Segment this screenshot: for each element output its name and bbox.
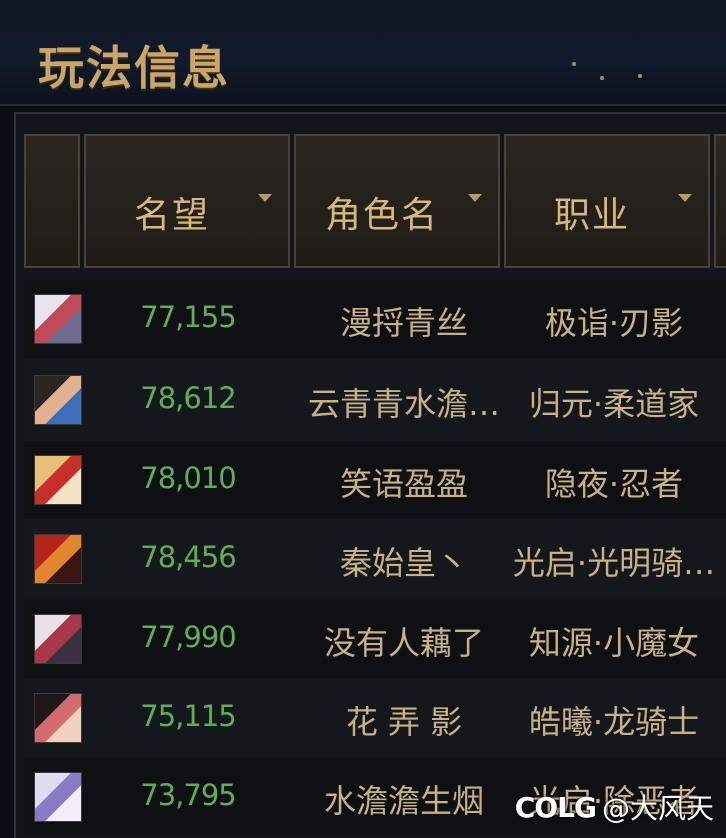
column-header-job[interactable]: 职业 <box>504 134 710 268</box>
character-name: 秦始皇丶 <box>339 544 468 582</box>
character-avatar <box>34 772 82 822</box>
character-avatar <box>34 294 82 344</box>
character-job: 隐夜·忍者 <box>544 465 684 503</box>
character-job: 光启·光明骑… <box>512 544 716 582</box>
character-name: 花 弄 影 <box>345 703 463 741</box>
fame-value: 78,456 <box>140 540 236 574</box>
character-avatar <box>34 534 82 584</box>
watermark-text: @大风天 <box>601 792 714 825</box>
character-avatar <box>34 375 82 425</box>
character-job: 皓曦·龙骑士 <box>528 703 700 741</box>
character-job: 知源·小魔女 <box>528 624 700 662</box>
character-job: 极诣·刃影 <box>544 304 684 342</box>
fame-value: 78,010 <box>140 461 236 495</box>
table-row[interactable]: 75,115 花 弄 影 皓曦·龙骑士 <box>24 679 726 757</box>
character-name: 水澹澹生烟 <box>323 782 484 820</box>
decor-sparkle <box>638 74 642 78</box>
character-name: 没有人藕了 <box>323 624 484 662</box>
table-row[interactable]: 78,612 云青青水澹… 归元·柔道家 <box>24 361 726 439</box>
fame-value: 77,155 <box>140 300 236 334</box>
character-avatar <box>34 693 82 743</box>
character-avatar <box>34 455 82 505</box>
character-name: 漫捋青丝 <box>339 304 468 342</box>
fame-value: 75,115 <box>140 699 236 733</box>
header-bar: 玩法信息 <box>0 0 726 106</box>
table-row[interactable]: 77,990 没有人藕了 知源·小魔女 <box>24 600 726 678</box>
colg-logo: COLG <box>514 790 597 824</box>
column-header-fame[interactable]: 名望 <box>84 134 290 268</box>
character-name: 云青青水澹… <box>307 385 500 423</box>
page-title: 玩法信息 <box>38 41 230 95</box>
fame-value: 78,612 <box>140 381 236 415</box>
character-name: 笑语盈盈 <box>339 465 468 503</box>
decor-sparkle <box>572 62 576 66</box>
table-row[interactable]: 78,010 笑语盈盈 隐夜·忍者 <box>24 441 726 519</box>
column-header-label: 名望 <box>133 195 210 236</box>
column-header-blank <box>24 134 80 268</box>
fame-value: 77,990 <box>140 620 236 654</box>
sort-caret-icon[interactable] <box>678 194 692 202</box>
column-header-edge <box>714 134 726 268</box>
character-job: 归元·柔道家 <box>528 385 700 423</box>
character-avatar <box>34 614 82 664</box>
fame-value: 73,795 <box>140 778 236 812</box>
sort-caret-icon[interactable] <box>468 194 482 202</box>
sort-caret-icon[interactable] <box>258 194 272 202</box>
table-row[interactable]: 77,155 漫捋青丝 极诣·刃影 <box>24 280 726 358</box>
watermark: COLG @大风天 <box>515 784 714 830</box>
decor-sparkle <box>600 76 604 80</box>
table-row[interactable]: 78,456 秦始皇丶 光启·光明骑… <box>24 520 726 598</box>
column-header-name[interactable]: 角色名 <box>294 134 500 268</box>
column-header-label: 职业 <box>553 195 630 236</box>
column-header-label: 角色名 <box>324 195 439 236</box>
